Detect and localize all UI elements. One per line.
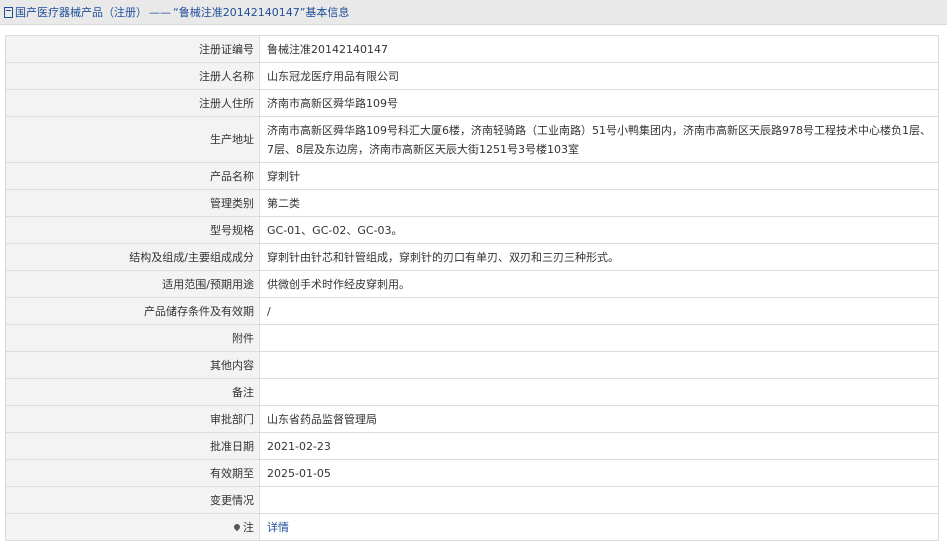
field-value — [259, 324, 939, 352]
row-approval-date: 批准日期 2021-02-23 — [5, 432, 939, 460]
breadcrumb-separator: —— — [149, 5, 171, 19]
field-value: / — [259, 297, 939, 325]
row-approval-dept: 审批部门 山东省药品监督管理局 — [5, 405, 939, 433]
field-label: 审批部门 — [5, 405, 260, 433]
pin-icon — [232, 522, 242, 531]
field-label: 注 — [5, 513, 260, 541]
field-label: 备注 — [5, 378, 260, 406]
field-label: 型号规格 — [5, 216, 260, 244]
breadcrumb-current: “鲁械注准20142140147”基本信息 — [173, 6, 350, 19]
field-label: 有效期至 — [5, 459, 260, 487]
field-label: 注册证编号 — [5, 35, 260, 63]
field-value: 详情 — [259, 513, 939, 541]
field-value: 穿刺针 — [259, 162, 939, 190]
detail-link[interactable]: 详情 — [267, 521, 289, 534]
row-production-address: 生产地址 济南市高新区舜华路109号科汇大厦6楼，济南轻骑路（工业南路）51号小… — [5, 116, 939, 163]
row-registrant-address: 注册人住所 济南市高新区舜华路109号 — [5, 89, 939, 117]
field-label: 注册人住所 — [5, 89, 260, 117]
row-change-status: 变更情况 — [5, 486, 939, 514]
field-label: 管理类别 — [5, 189, 260, 217]
field-label: 产品名称 — [5, 162, 260, 190]
field-label: 结构及组成/主要组成成分 — [5, 243, 260, 271]
row-structure-composition: 结构及组成/主要组成成分 穿刺针由针芯和针管组成，穿刺针的刃口有单刃、双刃和三刃… — [5, 243, 939, 271]
breadcrumb: 国产医疗器械产品（注册） —— “鲁械注准20142140147”基本信息 — [0, 0, 947, 25]
field-label: 变更情况 — [5, 486, 260, 514]
row-note: 注 详情 — [5, 513, 939, 541]
breadcrumb-category-link[interactable]: 国产医疗器械产品（注册） — [15, 4, 147, 20]
row-registrant-name: 注册人名称 山东冠龙医疗用品有限公司 — [5, 62, 939, 90]
row-attachment: 附件 — [5, 324, 939, 352]
field-value: GC-01、GC-02、GC-03。 — [259, 216, 939, 244]
row-registration-number: 注册证编号 鲁械注准20142140147 — [5, 35, 939, 63]
field-value: 供微创手术时作经皮穿刺用。 — [259, 270, 939, 298]
field-value: 2025-01-05 — [259, 459, 939, 487]
field-label: 注册人名称 — [5, 62, 260, 90]
field-value: 穿刺针由针芯和针管组成，穿刺针的刃口有单刃、双刃和三刃三种形式。 — [259, 243, 939, 271]
field-value: 第二类 — [259, 189, 939, 217]
field-value: 济南市高新区舜华路109号科汇大厦6楼，济南轻骑路（工业南路）51号小鸭集团内，… — [259, 116, 939, 163]
row-other-content: 其他内容 — [5, 351, 939, 379]
field-value: 鲁械注准20142140147 — [259, 35, 939, 63]
field-value — [259, 486, 939, 514]
field-label: 其他内容 — [5, 351, 260, 379]
row-intended-use: 适用范围/预期用途 供微创手术时作经皮穿刺用。 — [5, 270, 939, 298]
row-valid-until: 有效期至 2025-01-05 — [5, 459, 939, 487]
field-value: 山东省药品监督管理局 — [259, 405, 939, 433]
field-label: 适用范围/预期用途 — [5, 270, 260, 298]
row-model-spec: 型号规格 GC-01、GC-02、GC-03。 — [5, 216, 939, 244]
field-label: 附件 — [5, 324, 260, 352]
document-icon — [4, 6, 13, 18]
field-value: 济南市高新区舜华路109号 — [259, 89, 939, 117]
field-value — [259, 378, 939, 406]
field-value — [259, 351, 939, 379]
field-label: 生产地址 — [5, 116, 260, 163]
row-product-name: 产品名称 穿刺针 — [5, 162, 939, 190]
row-storage-validity: 产品储存条件及有效期 / — [5, 297, 939, 325]
row-management-category: 管理类别 第二类 — [5, 189, 939, 217]
field-value: 2021-02-23 — [259, 432, 939, 460]
field-value: 山东冠龙医疗用品有限公司 — [259, 62, 939, 90]
field-label: 批准日期 — [5, 432, 260, 460]
registration-info-table: 注册证编号 鲁械注准20142140147 注册人名称 山东冠龙医疗用品有限公司… — [5, 35, 939, 541]
field-label: 产品储存条件及有效期 — [5, 297, 260, 325]
row-remarks: 备注 — [5, 378, 939, 406]
